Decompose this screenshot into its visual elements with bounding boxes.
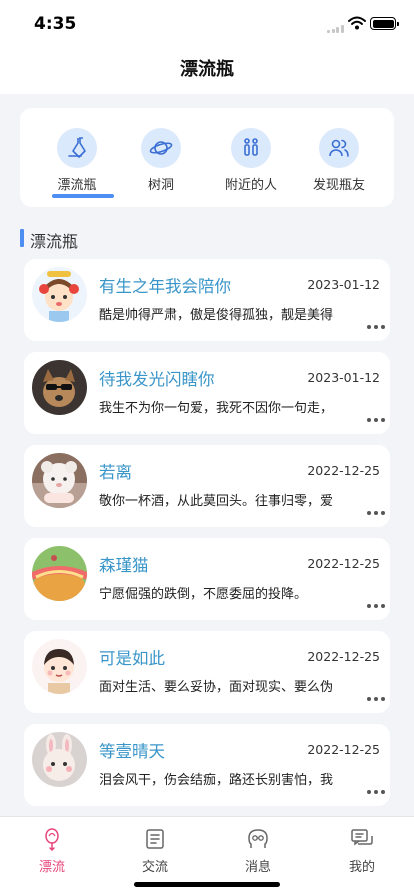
dog-avatar — [32, 360, 87, 415]
bottle-card[interactable]: 有生之年我会陪你 2023-01-12 酷是帅得严肃，傲是俊得孤独，靓是美得 — [24, 259, 390, 341]
nav-bar: 漂流瓶 — [0, 48, 414, 94]
home-indicator — [134, 882, 280, 887]
bottle-author: 若离 — [99, 463, 132, 482]
plush-avatar — [32, 453, 87, 508]
bottle-date: 2022-12-25 — [307, 742, 380, 757]
bottle-text: 敬你一杯酒，从此莫回头。往事归零，爱 — [99, 494, 334, 509]
bunny-avatar — [32, 732, 87, 787]
tab-nearby-people[interactable]: 附近的人 — [206, 108, 296, 207]
tabbar-item-drift[interactable]: 漂流 — [22, 827, 82, 877]
cartoon-boy-avatar — [32, 639, 87, 694]
document-icon — [146, 829, 164, 849]
tab-label: 发现瓶友 — [312, 178, 365, 193]
section-accent-bar — [20, 229, 24, 247]
bottle-card[interactable]: 等壹晴天 2022-12-25 泪会风干，伤会结痂，路还长别害怕，我 — [24, 724, 390, 806]
bottle-card[interactable]: 若离 2022-12-25 敬你一杯酒，从此莫回头。往事归零，爱 — [24, 445, 390, 527]
bottle-card[interactable]: 森瑾猫 2022-12-25 宁愿倔强的跌倒，不愿委屈的投降。 — [24, 538, 390, 620]
people-pair-icon — [231, 128, 271, 168]
tabbar-label: 交流 — [141, 860, 168, 875]
more-icon[interactable] — [367, 790, 385, 794]
planet-icon — [141, 128, 181, 168]
tab-label: 树洞 — [147, 178, 174, 193]
tab-find-friends[interactable]: 发现瓶友 — [294, 108, 384, 207]
cake-avatar — [32, 546, 87, 601]
bottle-text: 酷是帅得严肃，傲是俊得孤独，靓是美得 — [99, 308, 334, 323]
friends-icon — [319, 128, 359, 168]
tab-drift-bottle[interactable]: 漂流瓶 — [32, 108, 122, 207]
bottle-icon — [45, 828, 59, 851]
tabbar-label: 消息 — [244, 860, 271, 875]
bottle-text: 面对生活、要么妥协，面对现实、要么伪 — [99, 680, 334, 695]
tabbar-label: 漂流 — [38, 860, 65, 875]
bottle-author: 等壹晴天 — [99, 742, 165, 761]
bottle-date: 2022-12-25 — [307, 463, 380, 478]
bottle-author: 待我发光闪瞎你 — [99, 370, 215, 389]
page-title: 漂流瓶 — [180, 59, 234, 80]
head-icon — [248, 829, 268, 848]
bottle-date: 2022-12-25 — [307, 649, 380, 664]
status-time: 4:35 — [34, 14, 77, 34]
signal-icon — [327, 25, 345, 33]
bottle-text: 宁愿倔强的跌倒，不愿委屈的投降。 — [99, 587, 308, 602]
more-icon[interactable] — [367, 697, 385, 701]
more-icon[interactable] — [367, 418, 385, 422]
bottle-date: 2023-01-12 — [307, 277, 380, 292]
bottle-card[interactable]: 可是如此 2022-12-25 面对生活、要么妥协，面对现实、要么伪 — [24, 631, 390, 713]
tab-tree-hole[interactable]: 树洞 — [116, 108, 206, 207]
section-title: 漂流瓶 — [30, 232, 79, 251]
bottle-text: 泪会风干，伤会结痂，路还长别害怕，我 — [99, 773, 334, 788]
wifi-icon — [348, 16, 366, 30]
tab-active-indicator — [52, 194, 114, 198]
tabbar-item-mine[interactable]: 我的 — [332, 827, 392, 877]
tab-label: 漂流瓶 — [57, 178, 97, 193]
tabbar-item-exchange[interactable]: 交流 — [125, 827, 185, 877]
more-icon[interactable] — [367, 604, 385, 608]
cartoon-girl-avatar — [32, 267, 87, 322]
tabbar-item-messages[interactable]: 消息 — [228, 827, 288, 877]
bottle-date: 2022-12-25 — [307, 556, 380, 571]
bottle-text: 我生不为你一句爱，我死不因你一句走， — [99, 401, 334, 416]
bottle-author: 可是如此 — [99, 649, 165, 668]
bottle-author: 森瑾猫 — [99, 556, 149, 575]
bottle-card[interactable]: 待我发光闪瞎你 2023-01-12 我生不为你一句爱，我死不因你一句走， — [24, 352, 390, 434]
chat-icon — [351, 829, 373, 846]
more-icon[interactable] — [367, 325, 385, 329]
tabbar-label: 我的 — [348, 860, 375, 875]
more-icon[interactable] — [367, 511, 385, 515]
battery-icon — [370, 17, 399, 30]
bottle-date: 2023-01-12 — [307, 370, 380, 385]
bottle-icon — [57, 128, 97, 168]
bottle-author: 有生之年我会陪你 — [99, 277, 231, 296]
tab-label: 附近的人 — [224, 178, 277, 193]
category-tabs: 漂流瓶 树洞 附近的人 发现瓶友 — [20, 108, 394, 207]
status-bar: 4:35 — [0, 0, 414, 48]
